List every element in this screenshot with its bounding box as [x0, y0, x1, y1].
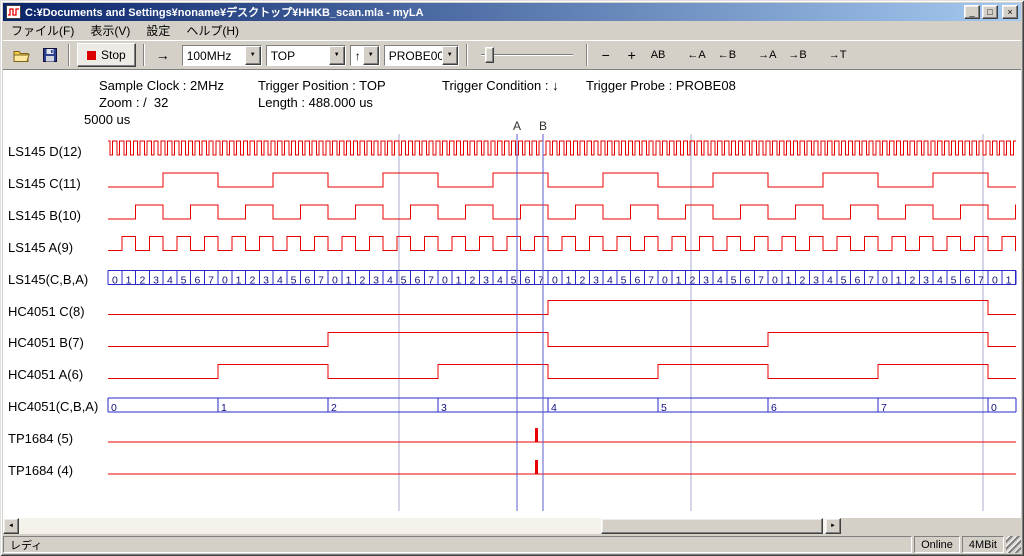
toolbar: Stop → 100MHz ▼ TOP ▼ ↑ ▼ PROBE00 ▼ − + …: [3, 40, 1021, 70]
open-folder-icon: [13, 49, 31, 62]
cursor-ab-button[interactable]: AB: [647, 44, 670, 66]
stop-icon: [87, 51, 96, 60]
trigger-probe-select[interactable]: PROBE00 ▼: [384, 45, 459, 66]
zoom-in-button[interactable]: +: [621, 44, 643, 66]
trigger-edge-select[interactable]: ↑ ▼: [350, 45, 380, 66]
trigger-probe-value: PROBE00: [385, 46, 442, 65]
dropdown-arrow-icon[interactable]: ▼: [329, 46, 345, 65]
app-window: C:¥Documents and Settings¥noname¥デスクトップ¥…: [0, 0, 1024, 556]
zoom-slider-handle[interactable]: [485, 47, 494, 63]
goto-cursor-b-right-button[interactable]: →B: [784, 44, 810, 66]
trigger-edge-value: ↑: [351, 46, 363, 65]
trigger-probe-info: Trigger Probe : PROBE08: [586, 78, 736, 93]
close-button[interactable]: ×: [1002, 5, 1018, 19]
run-button[interactable]: →: [152, 44, 174, 66]
open-file-button[interactable]: [9, 44, 35, 66]
dropdown-arrow-icon[interactable]: ▼: [245, 46, 261, 65]
menu-file[interactable]: ファイル(F): [3, 20, 82, 41]
status-online: Online: [914, 536, 960, 553]
status-memory: 4MBit: [962, 536, 1004, 553]
scroll-left-arrow-icon[interactable]: ◄: [3, 518, 19, 534]
resize-grip[interactable]: [1006, 536, 1021, 553]
app-icon: [6, 5, 21, 19]
window-title: C:¥Documents and Settings¥noname¥デスクトップ¥…: [25, 4, 964, 20]
goto-trigger-button[interactable]: →T: [825, 44, 851, 66]
zoom-info: Zoom : / 32: [99, 95, 168, 110]
trigger-position-info: Trigger Position : TOP: [258, 78, 386, 93]
toolbar-separator: [68, 44, 70, 66]
zoom-out-button[interactable]: −: [595, 44, 617, 66]
trigger-position-select[interactable]: TOP ▼: [266, 45, 346, 66]
trigger-position-value: TOP: [267, 46, 329, 65]
sample-clock-select[interactable]: 100MHz ▼: [182, 45, 262, 66]
minimize-button[interactable]: _: [964, 5, 980, 19]
zoom-slider-track: [481, 54, 573, 56]
goto-cursor-a-right-button[interactable]: →A: [754, 44, 780, 66]
menu-view[interactable]: 表示(V): [82, 20, 138, 41]
title-bar[interactable]: C:¥Documents and Settings¥noname¥デスクトップ¥…: [3, 3, 1021, 21]
horizontal-scrollbar[interactable]: ◄ ►: [3, 518, 841, 534]
scrollbar-thumb[interactable]: [601, 518, 823, 534]
dropdown-arrow-icon[interactable]: ▼: [363, 46, 379, 65]
trigger-condition-info: Trigger Condition : ↓: [442, 78, 559, 93]
menu-help[interactable]: ヘルプ(H): [178, 20, 247, 41]
toolbar-separator: [143, 44, 145, 66]
sample-clock-info: Sample Clock : 2MHz: [99, 78, 224, 93]
menu-settings[interactable]: 設定: [138, 20, 178, 41]
status-bar: レディ Online 4MBit: [3, 536, 1021, 553]
stop-label: Stop: [101, 48, 126, 62]
sample-clock-value: 100MHz: [183, 46, 245, 65]
length-info: Length : 488.000 us: [258, 95, 373, 110]
goto-cursor-a-left-button[interactable]: ←A: [683, 44, 709, 66]
zoom-slider[interactable]: [477, 43, 577, 67]
stop-button[interactable]: Stop: [77, 43, 136, 67]
toolbar-separator: [586, 44, 588, 66]
time-scale-label: 5000 us: [84, 112, 130, 127]
menu-bar: ファイル(F) 表示(V) 設定 ヘルプ(H): [3, 21, 1021, 40]
dropdown-arrow-icon[interactable]: ▼: [442, 46, 458, 65]
maximize-button[interactable]: □: [982, 5, 998, 19]
toolbar-separator: [466, 44, 468, 66]
floppy-disk-icon: [43, 48, 57, 62]
status-ready: レディ: [3, 536, 912, 553]
goto-cursor-b-left-button[interactable]: ←B: [714, 44, 740, 66]
scroll-right-arrow-icon[interactable]: ►: [825, 518, 841, 534]
save-button[interactable]: [39, 44, 61, 66]
waveform-area-background: [3, 70, 1021, 518]
